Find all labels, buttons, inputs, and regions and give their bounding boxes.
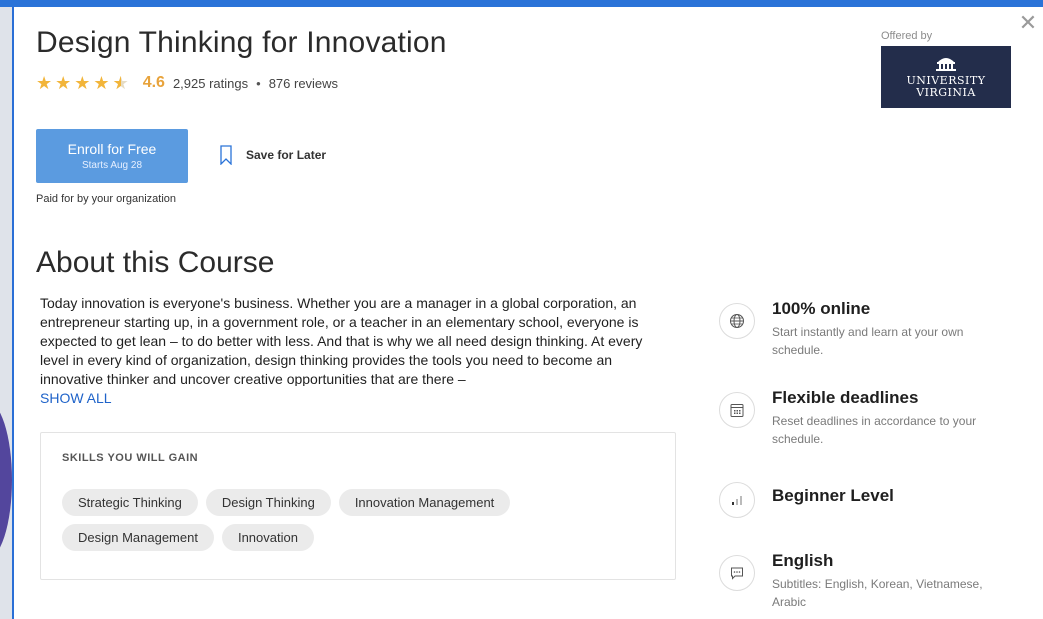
chat-bubble-icon <box>719 555 755 591</box>
separator-dot: • <box>256 75 261 91</box>
feature-title: English <box>772 551 834 570</box>
close-icon[interactable]: ✕ <box>1017 12 1039 34</box>
rotunda-icon <box>936 58 956 71</box>
skills-heading: SKILLS YOU WILL GAIN <box>62 452 199 464</box>
skills-panel: SKILLS YOU WILL GAIN Strategic Thinking … <box>40 432 676 580</box>
level-bars-icon <box>719 482 755 518</box>
half-star-icon: ★ <box>113 74 129 92</box>
rating-row: ★ ★ ★ ★ ★ 4.6 2,925 ratings • 876 review… <box>36 72 338 94</box>
skill-tag[interactable]: Design Management <box>62 524 214 551</box>
university-logo[interactable]: UNIVERSITY VIRGINIA <box>881 46 1011 108</box>
feature-title: 100% online <box>772 299 871 318</box>
enroll-start-date: Starts Aug 28 <box>81 160 143 171</box>
paid-note: Paid for by your organization <box>36 193 177 205</box>
star-icon: ★ <box>36 73 53 93</box>
globe-icon <box>719 303 755 339</box>
offered-by-label: Offered by <box>881 30 933 42</box>
star-icon: ★ <box>74 73 91 93</box>
enroll-button[interactable]: Enroll for Free Starts Aug 28 <box>36 129 188 183</box>
bookmark-icon <box>220 145 232 165</box>
rating-value: 4.6 <box>142 74 165 91</box>
skill-tag[interactable]: Design Thinking <box>205 489 331 516</box>
about-heading: About this Course <box>36 246 275 279</box>
reviews-count[interactable]: 876 reviews <box>269 76 338 91</box>
enroll-label: Enroll for Free <box>67 141 157 157</box>
course-title: Design Thinking for Innovation <box>36 26 447 59</box>
star-icon: ★ <box>55 73 72 93</box>
about-description: Today innovation is everyone's business.… <box>40 295 643 386</box>
skill-tag[interactable]: Strategic Thinking <box>62 489 198 516</box>
skill-tag[interactable]: Innovation <box>221 524 314 551</box>
feature-title: Flexible deadlines <box>772 388 919 407</box>
save-for-later-label: Save for Later <box>246 148 327 162</box>
show-all-link[interactable]: SHOW ALL <box>40 390 112 406</box>
feature-description: Reset deadlines in accordance to your sc… <box>772 414 977 446</box>
star-icon: ★ <box>93 73 110 93</box>
ratings-count[interactable]: 2,925 ratings <box>173 76 248 91</box>
feature-title: Beginner Level <box>772 486 894 505</box>
logo-line-2: VIRGINIA <box>916 86 976 99</box>
course-enroll-modal: ✕ Design Thinking for Innovation ★ ★ ★ ★… <box>12 7 1043 619</box>
skill-tags: Strategic Thinking Design Thinking Innov… <box>62 489 622 551</box>
backdrop-top-bar <box>0 0 1043 7</box>
skill-tag[interactable]: Innovation Management <box>338 489 511 516</box>
save-for-later-button[interactable]: Save for Later <box>220 145 326 165</box>
feature-description: Subtitles: English, Korean, Vietnamese, … <box>772 577 983 609</box>
star-rating: ★ ★ ★ ★ ★ <box>36 74 129 92</box>
feature-description: Start instantly and learn at your own sc… <box>772 325 964 357</box>
calendar-icon <box>719 392 755 428</box>
